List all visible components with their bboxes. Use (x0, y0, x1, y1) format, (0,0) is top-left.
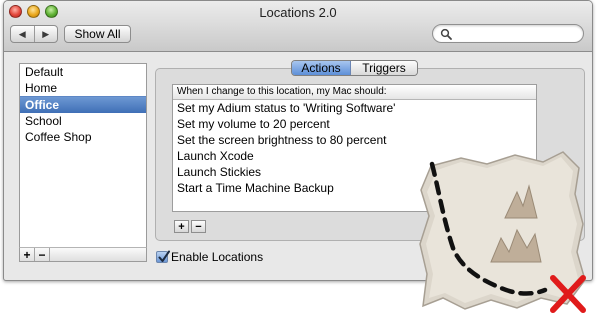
enable-locations-checkbox[interactable] (156, 250, 170, 263)
tab-triggers[interactable]: Triggers (351, 61, 417, 75)
add-action-button[interactable]: + (174, 220, 189, 233)
location-item-default[interactable]: Default (20, 64, 146, 80)
show-all-button[interactable]: Show All (64, 25, 131, 43)
tab-bar: Actions Triggers (291, 60, 418, 76)
action-row[interactable]: Set my Adium status to 'Writing Software… (173, 100, 536, 116)
location-item-office[interactable]: Office (20, 96, 146, 113)
location-item-home[interactable]: Home (20, 80, 146, 96)
search-field[interactable] (432, 24, 584, 43)
enable-locations[interactable]: Enable Locations (156, 249, 263, 265)
treasure-map-icon (419, 151, 586, 313)
toolbar: Locations 2.0 ◀ ▶ Show All (4, 1, 592, 52)
location-item-school[interactable]: School (20, 113, 146, 129)
search-input[interactable] (455, 26, 575, 41)
locations-list-footer: + − (19, 247, 147, 262)
actions-buttons: + − (174, 220, 208, 235)
window-title: Locations 2.0 (259, 5, 337, 20)
back-icon: ◀ (18, 28, 26, 39)
forward-icon: ▶ (42, 28, 50, 39)
action-row[interactable]: Set my volume to 20 percent (173, 116, 536, 132)
checkmark-icon (158, 250, 170, 262)
actions-list-header: When I change to this location, my Mac s… (173, 85, 536, 100)
remove-location-button[interactable]: − (35, 248, 50, 261)
enable-locations-label: Enable Locations (171, 250, 264, 264)
forward-button[interactable]: ▶ (35, 26, 58, 42)
location-item-coffee-shop[interactable]: Coffee Shop (20, 129, 146, 145)
search-icon (440, 28, 452, 40)
back-button[interactable]: ◀ (11, 26, 35, 42)
navigation-buttons: ◀ ▶ (10, 25, 58, 43)
locations-list: Default Home Office School Coffee Shop (19, 63, 147, 262)
tab-actions[interactable]: Actions (292, 61, 351, 75)
remove-action-button[interactable]: − (191, 220, 206, 233)
add-location-button[interactable]: + (20, 248, 35, 261)
